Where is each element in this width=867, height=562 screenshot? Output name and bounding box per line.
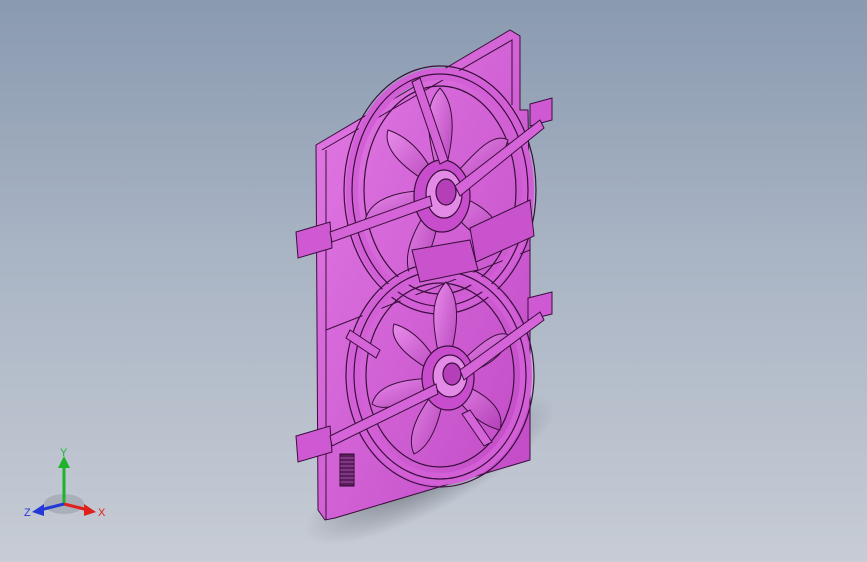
graphics-viewport[interactable]: Y X Z — [0, 0, 867, 562]
z-axis-label: Z — [24, 507, 31, 519]
fan-shroud-model[interactable] — [0, 0, 867, 562]
upper-fan-hub — [413, 159, 471, 233]
x-axis-label: X — [98, 507, 106, 519]
orientation-triad: Y X Z — [24, 447, 106, 519]
y-axis-label: Y — [60, 447, 68, 459]
